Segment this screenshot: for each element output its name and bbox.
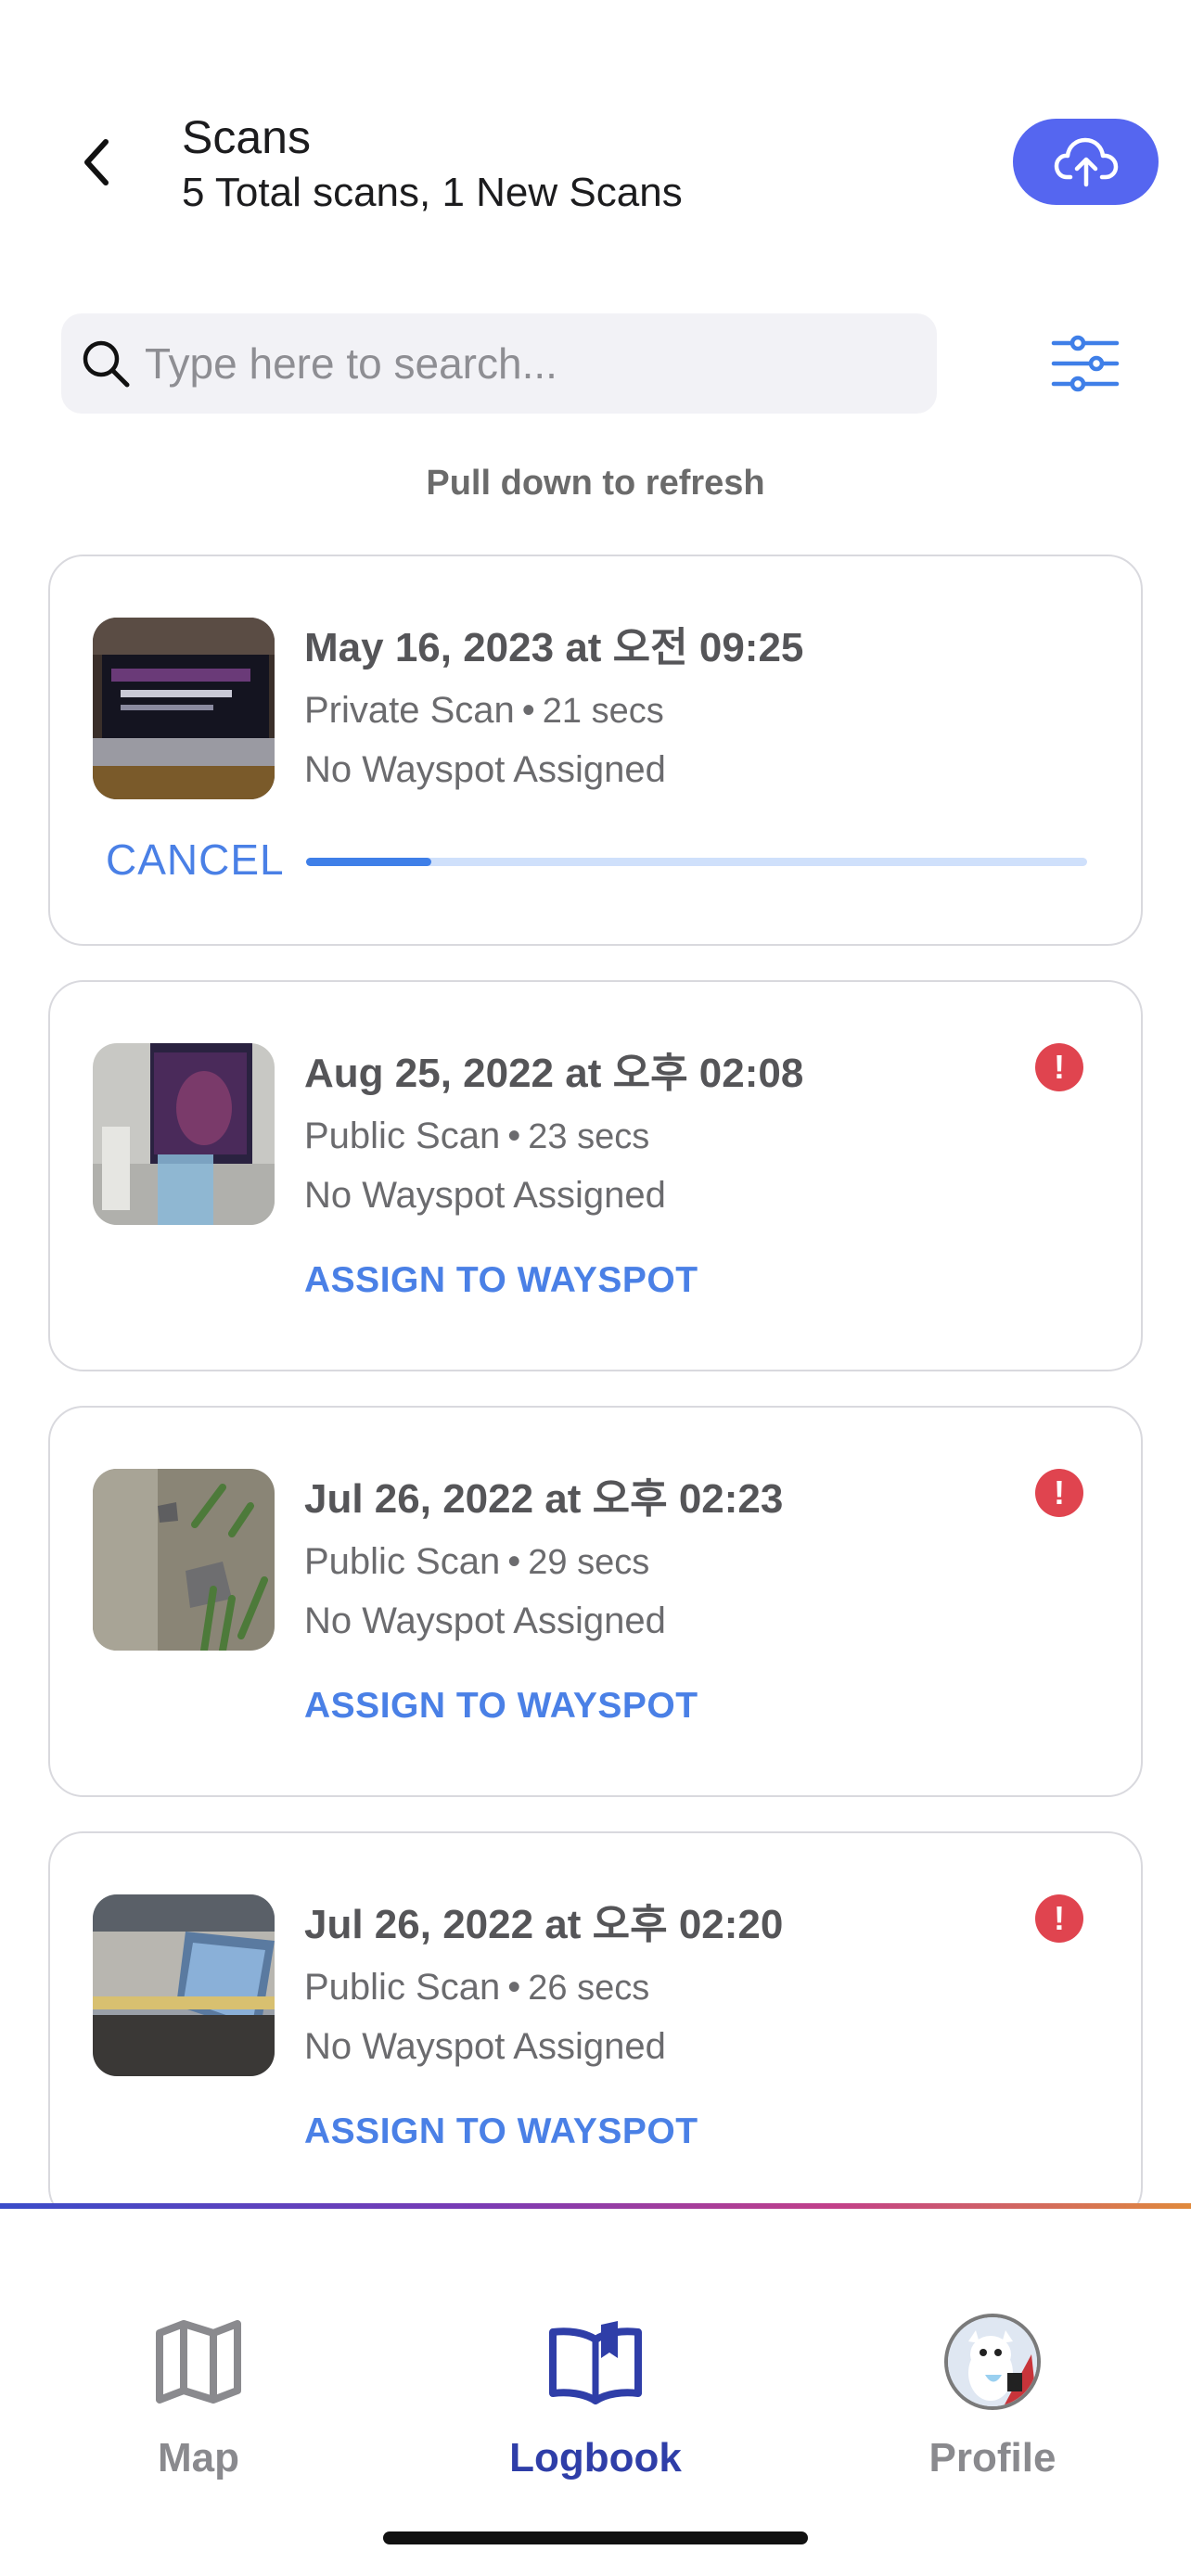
- back-button[interactable]: [72, 130, 119, 195]
- scan-visibility: Public Scan: [304, 1541, 501, 1582]
- nav-label-logbook: Logbook: [509, 2435, 682, 2480]
- cancel-upload-button[interactable]: CANCEL: [106, 835, 285, 885]
- page-subtitle: 5 Total scans, 1 New Scans: [182, 170, 683, 215]
- nav-label-profile: Profile: [928, 2435, 1057, 2480]
- scan-card[interactable]: May 16, 2023 at 오전 09:25 Private Scan • 21…: [48, 555, 1143, 946]
- scan-thumbnail: [93, 1894, 275, 2076]
- scan-meta: Public Scan • 29 secs: [304, 1541, 649, 1583]
- nav-label-map: Map: [158, 2435, 239, 2480]
- assign-to-wayspot-button[interactable]: ASSIGN TO WAYSPOT: [304, 1686, 698, 1727]
- scan-duration: 26 secs: [528, 1969, 650, 2008]
- scan-duration: 23 secs: [528, 1117, 650, 1156]
- scan-meta: Private Scan • 21 secs: [304, 690, 664, 732]
- scan-date: Jul 26, 2022 at 오후 02:23: [304, 1476, 784, 1522]
- scan-duration: 21 secs: [542, 692, 664, 731]
- scan-meta: Public Scan • 26 secs: [304, 1967, 649, 2009]
- nav-item-logbook[interactable]: Logbook: [466, 2311, 725, 2481]
- separator-dot: •: [521, 690, 535, 731]
- alert-icon[interactable]: !: [1035, 1469, 1083, 1517]
- scan-thumbnail: [93, 618, 275, 799]
- title-block: Scans 5 Total scans, 1 New Scans: [182, 109, 683, 221]
- separator-dot: •: [507, 1116, 521, 1156]
- scan-meta: Public Scan • 23 secs: [304, 1116, 649, 1157]
- logbook-icon: [544, 2311, 647, 2413]
- header: Scans 5 Total scans, 1 New Scans: [0, 0, 1191, 278]
- scan-date: May 16, 2023 at 오전 09:25: [304, 625, 804, 670]
- scan-visibility: Public Scan: [304, 1116, 501, 1156]
- upload-button[interactable]: [1013, 119, 1159, 205]
- upload-progress-bar: [306, 858, 1087, 866]
- assign-to-wayspot-button[interactable]: ASSIGN TO WAYSPOT: [304, 2111, 698, 2152]
- alert-icon[interactable]: !: [1035, 1043, 1083, 1091]
- home-indicator: [383, 2531, 808, 2544]
- scan-wayspot-status: No Wayspot Assigned: [304, 749, 666, 790]
- assign-to-wayspot-button[interactable]: ASSIGN TO WAYSPOT: [304, 1260, 698, 1301]
- search-bar[interactable]: [61, 313, 937, 414]
- cloud-upload-icon: [1054, 137, 1118, 186]
- pull-to-refresh-hint: Pull down to refresh: [426, 464, 765, 503]
- scan-card[interactable]: Jul 26, 2022 at 오후 02:23 ! Public Scan • 2…: [48, 1406, 1143, 1797]
- search-icon: [80, 338, 132, 389]
- scan-wayspot-status: No Wayspot Assigned: [304, 1175, 666, 1216]
- separator-dot: •: [507, 1967, 521, 2008]
- map-icon: [147, 2311, 250, 2413]
- sliders-icon: [1051, 335, 1120, 392]
- search-input[interactable]: [145, 338, 905, 389]
- scan-card[interactable]: Jul 26, 2022 at 오후 02:20 ! Public Scan • 2…: [48, 1831, 1143, 2223]
- scan-duration: 29 secs: [528, 1543, 650, 1582]
- scan-date: Jul 26, 2022 at 오후 02:20: [304, 1902, 784, 1947]
- nav-item-map[interactable]: Map: [69, 2311, 328, 2481]
- scan-thumbnail: [93, 1043, 275, 1225]
- chevron-left-icon: [84, 139, 109, 185]
- avatar-wrap: [941, 2311, 1044, 2413]
- scan-wayspot-status: No Wayspot Assigned: [304, 1600, 666, 1641]
- scan-thumbnail: [93, 1469, 275, 1651]
- scan-visibility: Public Scan: [304, 1967, 501, 2008]
- filter-button[interactable]: [1048, 329, 1122, 398]
- nav-item-profile[interactable]: Profile: [863, 2311, 1122, 2481]
- scan-visibility: Private Scan: [304, 690, 515, 731]
- page-title: Scans: [182, 111, 311, 163]
- separator-dot: •: [507, 1541, 521, 1582]
- upload-progress-fill: [306, 858, 431, 866]
- scan-card[interactable]: Aug 25, 2022 at 오후 02:08 ! Public Scan • 2…: [48, 980, 1143, 1371]
- avatar: [944, 2314, 1041, 2410]
- bottom-nav: Map Logbook Profile: [0, 2209, 1191, 2576]
- scan-wayspot-status: No Wayspot Assigned: [304, 2026, 666, 2067]
- scan-date: Aug 25, 2022 at 오후 02:08: [304, 1051, 804, 1096]
- alert-icon[interactable]: !: [1035, 1894, 1083, 1943]
